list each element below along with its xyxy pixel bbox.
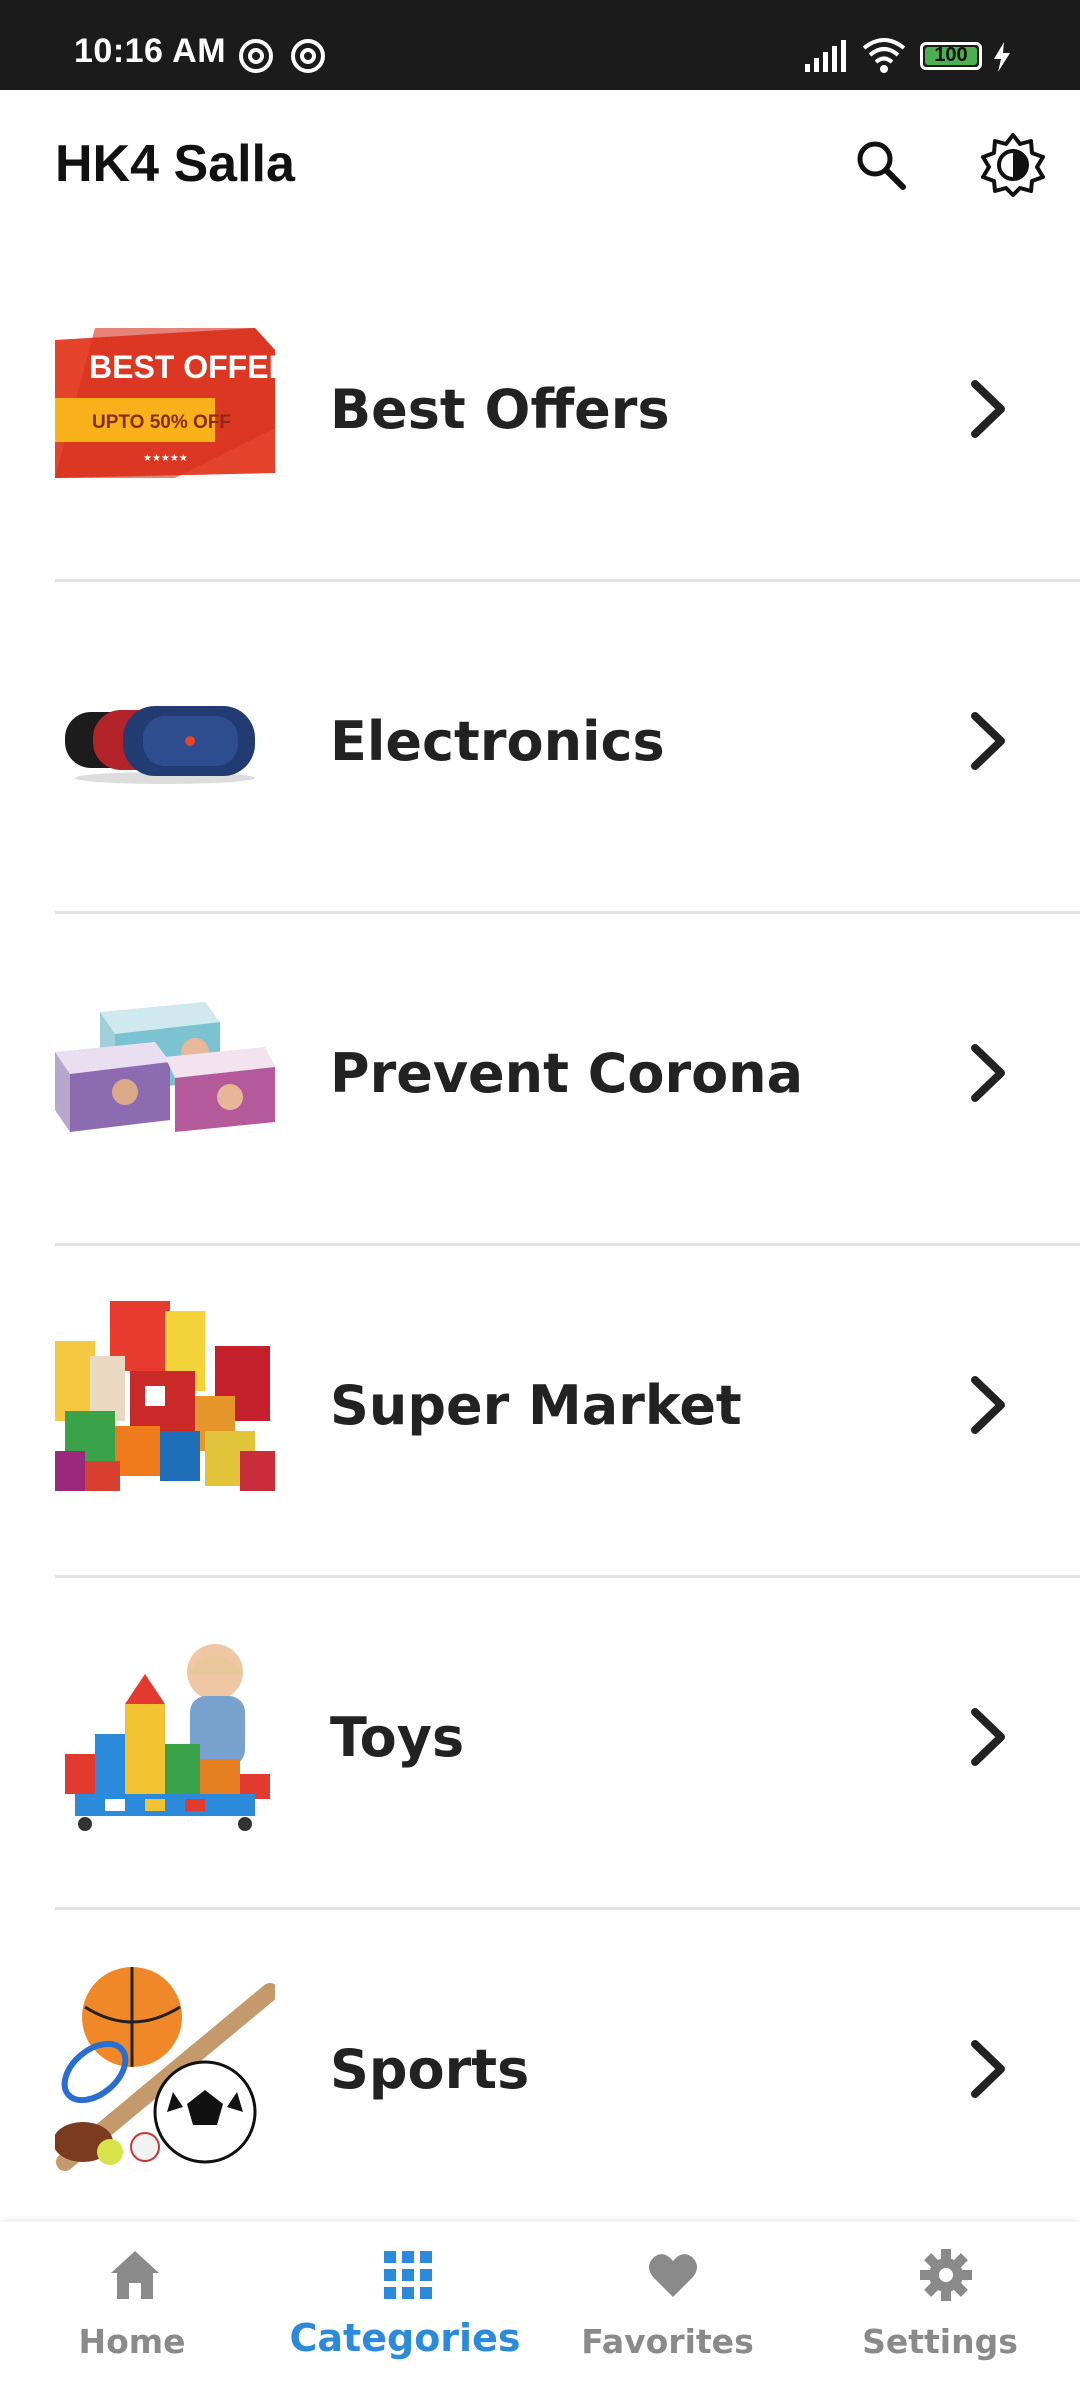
signal-icon (805, 40, 846, 72)
category-label: Prevent Corona (330, 1042, 804, 1105)
category-label: Electronics (330, 710, 665, 773)
sync-icon (239, 39, 273, 73)
grid-icon (384, 2251, 432, 2299)
status-bar: 10:16 AM 100 (0, 0, 1080, 90)
chevron-right-icon (971, 1708, 1005, 1766)
search-button[interactable] (836, 120, 926, 210)
nav-label: Home (78, 2322, 186, 2361)
nav-item-home[interactable]: Home (0, 2222, 270, 2400)
category-label: Toys (330, 1706, 465, 1769)
theme-toggle-button[interactable] (968, 120, 1058, 210)
category-label: Sports (330, 2038, 530, 2101)
chevron-right-icon (971, 380, 1005, 438)
sync-icon (291, 39, 325, 73)
category-item-electronics[interactable]: Electronics (0, 582, 1080, 914)
toys-thumbnail (55, 1634, 275, 1834)
prevent-corona-thumbnail (55, 992, 275, 1142)
gear-icon (920, 2249, 972, 2301)
home-icon (111, 2251, 159, 2299)
electronics-thumbnail (55, 660, 275, 810)
offer-stars: ★★★★★ (143, 453, 188, 464)
category-item-toys[interactable]: Toys (0, 1578, 1080, 1910)
category-item-sports[interactable]: Sports (0, 1910, 1080, 2242)
bottom-nav: Home Categories Favorites Settings (0, 2222, 1080, 2400)
battery-level: 100 (934, 44, 968, 66)
best-offers-thumbnail: BEST OFFER UPTO 50% OFF ★★★★★ (55, 328, 292, 478)
search-icon (857, 141, 906, 190)
chevron-right-icon (971, 2040, 1005, 2098)
app-bar: HK4 Salla (0, 90, 1080, 250)
category-label: Super Market (330, 1374, 742, 1437)
nav-item-settings[interactable]: Settings (810, 2222, 1080, 2400)
chevron-right-icon (971, 712, 1005, 770)
nav-label: Settings (862, 2322, 1018, 2361)
app-title: HK4 Salla (55, 135, 295, 193)
battery-icon: 100 (920, 42, 982, 70)
heart-icon (649, 2254, 697, 2297)
status-time: 10:16 AM (74, 32, 227, 70)
nav-item-favorites[interactable]: Favorites (540, 2222, 810, 2400)
chevron-right-icon (971, 1376, 1005, 1434)
offer-text: BEST OFFER (89, 349, 275, 385)
category-item-best-offers[interactable]: BEST OFFER UPTO 50% OFF ★★★★★ Best Offer… (0, 250, 1080, 582)
category-item-super-market[interactable]: Super Market (0, 1246, 1080, 1578)
wifi-icon (862, 38, 906, 73)
nav-label: Categories (289, 2316, 521, 2360)
chevron-right-icon (971, 1044, 1005, 1102)
charging-icon (994, 42, 1010, 72)
category-label: Best Offers (330, 378, 670, 441)
brightness-icon (981, 133, 1045, 197)
category-item-prevent-corona[interactable]: Prevent Corona (0, 914, 1080, 1246)
nav-item-categories[interactable]: Categories (270, 2222, 540, 2400)
offer-subtext: UPTO 50% OFF (92, 412, 231, 433)
super-market-thumbnail (55, 1301, 275, 1496)
sports-thumbnail (53, 1962, 279, 2172)
nav-label: Favorites (581, 2322, 754, 2361)
